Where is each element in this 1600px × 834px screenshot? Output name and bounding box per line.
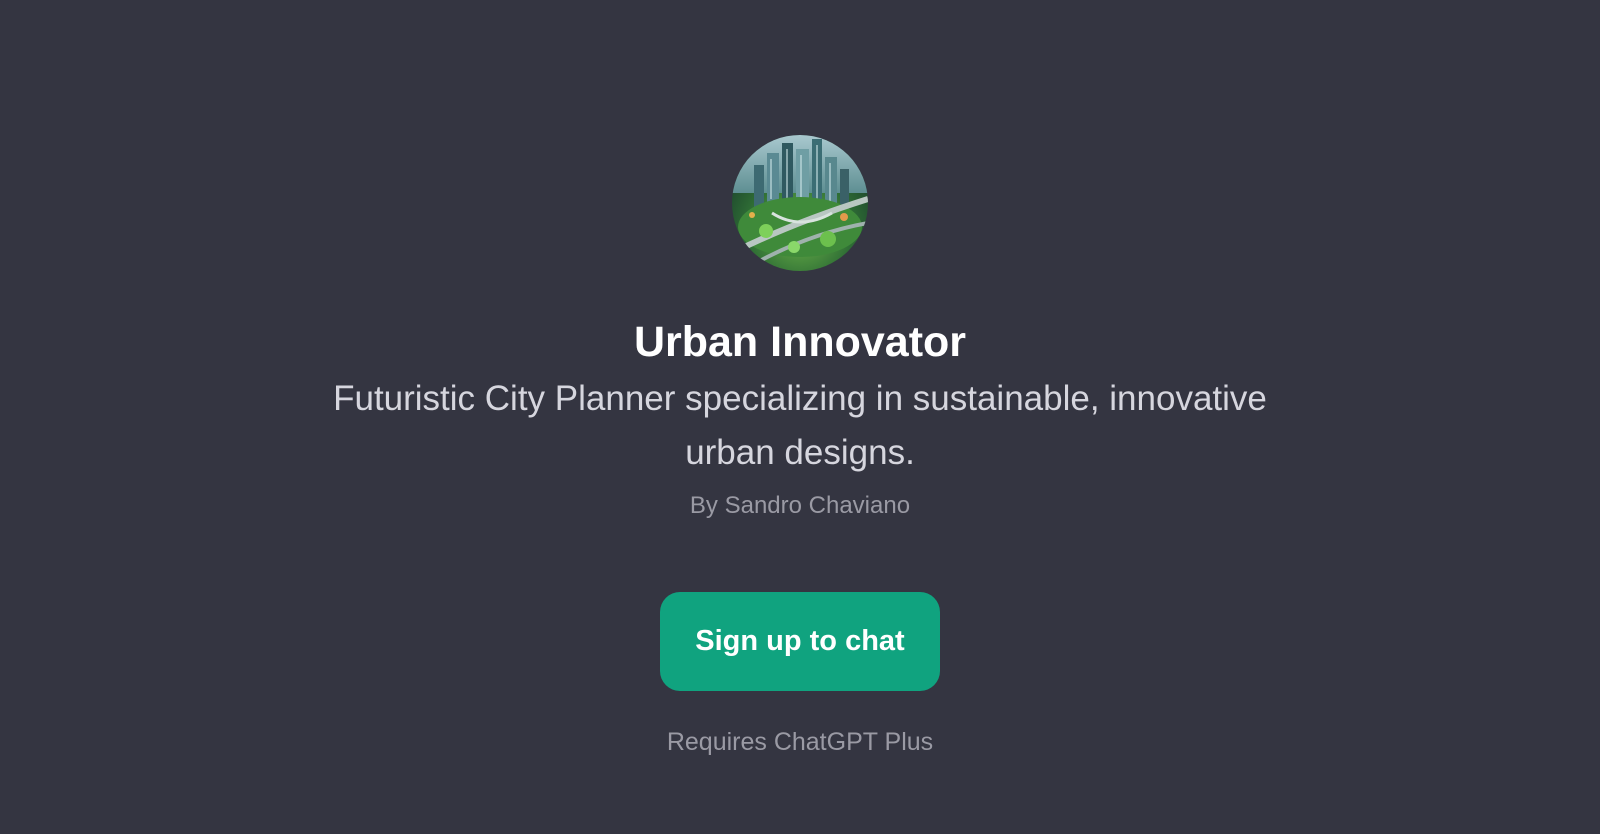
gpt-author: By Sandro Chaviano xyxy=(689,492,911,519)
gpt-name: Urban Innovator xyxy=(633,318,967,366)
gpt-landing-page: Urban Innovator Futuristic City Planner … xyxy=(0,0,1600,834)
futuristic-city-icon xyxy=(732,135,868,271)
requirement-note: Requires ChatGPT Plus xyxy=(666,728,934,756)
gpt-avatar xyxy=(732,135,868,271)
sign-up-to-chat-button[interactable]: Sign up to chat xyxy=(660,592,940,691)
gpt-description: Futuristic City Planner specializing in … xyxy=(333,379,1267,472)
